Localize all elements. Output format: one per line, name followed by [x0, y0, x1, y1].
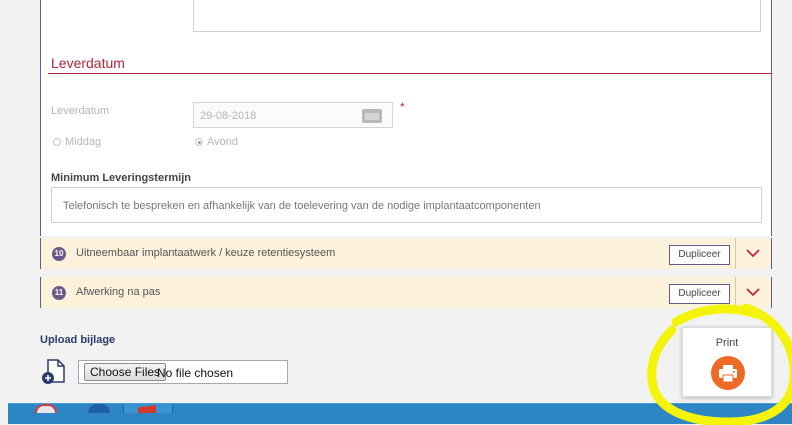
section-title-leverdatum: Leverdatum [51, 55, 125, 71]
leverdatum-label: Leverdatum [51, 105, 110, 117]
section-title: Afwerking na pas [76, 286, 161, 298]
section-number-badge: 11 [52, 286, 66, 300]
radio-avond-label: Avond [207, 136, 238, 148]
section-divider [48, 73, 772, 74]
section-number-badge: 10 [52, 247, 66, 261]
minimum-leveringstermijn-text: Telefonisch te bespreken en afhankelijk … [63, 200, 541, 212]
radio-avond[interactable]: Avond [195, 136, 238, 148]
minimum-leveringstermijn-field[interactable]: Telefonisch te bespreken en afhankelijk … [51, 187, 762, 223]
remarks-textarea[interactable] [193, 0, 761, 32]
calendar-icon[interactable] [362, 109, 382, 123]
file-add-icon [42, 359, 65, 384]
section-title: Uitneembaar implantaatwerk / keuze reten… [76, 247, 336, 259]
print-label: Print [715, 337, 739, 349]
bar-divider [735, 277, 736, 308]
print-card[interactable]: Print [682, 327, 772, 397]
radio-dot-middag[interactable] [53, 138, 61, 146]
required-marker: * [400, 100, 405, 114]
chevron-down-icon[interactable] [746, 248, 760, 258]
file-input[interactable]: Choose Files No file chosen [78, 360, 288, 384]
section-bar-10[interactable]: 10 Uitneembaar implantaatwerk / keuze re… [40, 238, 772, 269]
section-bar-11[interactable]: 11 Afwerking na pas Dupliceer [40, 277, 772, 308]
leverdatum-input[interactable]: 29-08-2018 [193, 102, 393, 128]
duplicate-button[interactable]: Dupliceer [669, 284, 730, 304]
radio-middag[interactable]: Middag [53, 136, 101, 148]
taskbar [8, 403, 792, 424]
taskbar-app-icon[interactable] [88, 404, 110, 413]
choose-files-button[interactable]: Choose Files [84, 363, 167, 381]
printer-icon [719, 365, 737, 383]
taskbar-app-icon[interactable] [123, 404, 173, 413]
leverdatum-value: 29-08-2018 [200, 110, 257, 122]
print-button[interactable] [711, 356, 745, 390]
radio-middag-label: Middag [65, 136, 102, 148]
no-file-text: No file chosen [157, 366, 234, 380]
taskbar-app-icon[interactable] [35, 404, 57, 413]
upload-title: Upload bijlage [40, 334, 116, 346]
page: Leverdatum Leverdatum 29-08-2018 * Midda… [0, 0, 792, 425]
chevron-down-icon[interactable] [746, 287, 760, 297]
radio-dot-avond[interactable] [195, 138, 203, 146]
duplicate-button[interactable]: Dupliceer [669, 245, 730, 265]
minimum-leveringstermijn-title: Minimum Leveringstermijn [51, 172, 191, 184]
bar-divider [735, 238, 736, 269]
